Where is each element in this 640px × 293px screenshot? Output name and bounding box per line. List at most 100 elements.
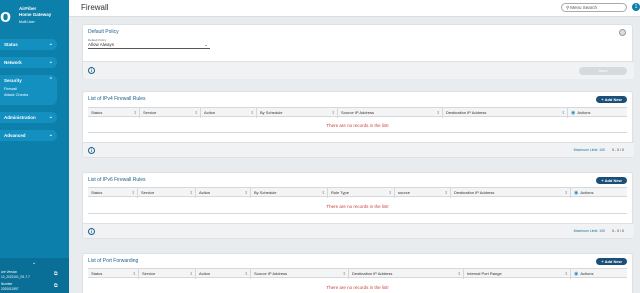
info-icon[interactable]: i (88, 228, 95, 235)
column-header[interactable]: Service ⇕ (138, 188, 196, 198)
pagination: 0 - 0 / 0 (612, 229, 624, 233)
sidebar: io AirFiber Home Gateway Multi User Stat… (0, 0, 69, 293)
column-header[interactable]: Status ⇕ (88, 108, 140, 118)
info-icon[interactable]: i (88, 67, 95, 74)
key-icon: ◉ (574, 271, 579, 277)
pagination: 0 - 0 / 0 (612, 148, 624, 152)
sidebar-subitem-attack-checks[interactable]: Attack Checks (0, 92, 57, 98)
card-footer: i Maximum Limit: 100 0 - 0 / 0 (83, 223, 634, 238)
empty-message: There are no records in the list! (326, 123, 389, 128)
column-header: ◉ Actions (571, 269, 627, 279)
column-header[interactable]: By Schedule ⇕ (251, 188, 328, 198)
column-header[interactable]: Action ⇕ (201, 108, 257, 118)
key-icon: ◉ (574, 190, 579, 196)
select-value: Allow Always (88, 42, 115, 47)
card-title: List of IPv4 Firewall Rules (88, 96, 146, 102)
save-button[interactable]: Save (579, 67, 627, 75)
column-header[interactable]: Action ⇕ (196, 269, 251, 279)
empty-message: There are no records in the list! (326, 285, 389, 290)
search-input[interactable]: ⚲Menu Search (561, 3, 627, 12)
card-title: List of Port Forwarding (88, 258, 139, 264)
sort-icon: ⇕ (133, 110, 137, 115)
sidebar-item-label: Status (4, 42, 18, 47)
card-title: Default Policy (88, 29, 119, 35)
column-label: Destination IP Address (454, 190, 495, 195)
column-label: Service (141, 190, 155, 195)
column-label: Action (204, 110, 216, 115)
sort-icon: ⇕ (388, 190, 392, 195)
help-icon[interactable] (619, 29, 626, 36)
column-header[interactable]: Service ⇕ (140, 108, 201, 118)
sort-icon: ⇕ (457, 271, 461, 276)
column-label: Actions (580, 271, 594, 276)
sidebar-item-advanced[interactable]: Advanced ⌄ (0, 130, 57, 141)
sort-icon: ⇕ (244, 271, 248, 276)
column-label: Internal Port Range (467, 271, 502, 276)
column-label: Actions (577, 110, 591, 115)
column-header[interactable]: Rule Type ⇕ (328, 188, 395, 198)
sort-icon: ⇕ (564, 190, 568, 195)
column-label: Status (91, 271, 103, 276)
sidebar-item-security-header[interactable]: Security ⌃ (0, 75, 57, 86)
max-limit: Maximum Limit: 100 (573, 148, 605, 152)
brand-line1: AirFiber (19, 6, 37, 11)
add-new-button[interactable]: + Add New (596, 96, 627, 103)
table-header: Status ⇕ Service ⇕ Action ⇕ Source IP Addre… (88, 268, 627, 279)
sort-icon: ⇕ (132, 271, 136, 276)
firmware-label: are Version (1, 270, 18, 274)
column-header[interactable]: Action ⇕ (196, 188, 251, 198)
info-icon[interactable]: i (88, 147, 95, 154)
avatar[interactable]: 1 (632, 3, 640, 11)
copy-icon[interactable]: ⧉ (54, 283, 58, 289)
default-policy-select[interactable]: Allow Always ⌄ (88, 41, 210, 49)
column-header[interactable]: Destination IP Address ⇕ (451, 188, 571, 198)
brand-logo: io (0, 6, 11, 26)
column-header[interactable]: Destination IP Address ⇕ (349, 269, 464, 279)
sidebar-item-label: Security (4, 78, 22, 83)
sort-icon: ⇕ (250, 110, 254, 115)
sort-icon: ⇕ (189, 271, 193, 276)
column-header[interactable]: Service ⇕ (139, 269, 196, 279)
key-icon: ◉ (571, 110, 576, 116)
column-header[interactable]: Status ⇕ (88, 269, 139, 279)
sidebar-item-label: Network (4, 60, 22, 65)
sort-icon: ⇕ (564, 271, 568, 276)
sidebar-item-label: Administration (4, 115, 36, 120)
column-header: ◉ Actions (571, 188, 627, 198)
sort-icon: ⇕ (342, 271, 346, 276)
card-title: List of IPv6 Firewall Rules (88, 177, 146, 183)
add-new-button[interactable]: + Add New (596, 177, 627, 184)
sidebar-item-security[interactable]: Security ⌃ Firewall Attack Checks (0, 75, 57, 105)
column-label: Service (142, 271, 156, 276)
column-header[interactable]: By Schedule ⇕ (257, 108, 338, 118)
column-label: source (398, 190, 411, 195)
sidebar-item-network[interactable]: Network ⌄ (0, 57, 57, 68)
card-footer: i Maximum Limit: 100 0 - 0 / 0 (83, 142, 634, 157)
column-header[interactable]: Source IP Address ⇕ (338, 108, 443, 118)
chevron-down-icon: ⌄ (48, 132, 53, 138)
column-header[interactable]: Destination IP Address ⇕ (443, 108, 568, 118)
port-forwarding-card: List of Port Forwarding + Add New Status… (82, 253, 633, 293)
column-header[interactable]: Internal Port Range ⇕ (464, 269, 571, 279)
column-label: Action (199, 271, 211, 276)
sidebar-item-administration[interactable]: Administration ⌄ (0, 112, 57, 123)
sort-icon: ⇕ (189, 190, 193, 195)
sidebar-footer: ⌄ are Version 10_2022101_R1.7.7 ⧉ Number… (0, 258, 69, 293)
sort-icon: ⇕ (321, 190, 325, 195)
column-header[interactable]: Source IP Address ⇕ (251, 269, 349, 279)
divider (88, 132, 627, 133)
chevron-down-icon: ⌄ (48, 114, 53, 120)
chevron-down-icon[interactable]: ⌄ (32, 260, 36, 266)
column-label: Destination IP Address (446, 110, 487, 115)
column-header[interactable]: Status ⇕ (88, 188, 138, 198)
brand: io AirFiber Home Gateway Multi User (0, 3, 69, 29)
chevron-down-icon: ⌄ (48, 41, 53, 47)
column-label: Service (143, 110, 157, 115)
sidebar-item-status[interactable]: Status ⌄ (0, 39, 57, 50)
add-new-button[interactable]: + Add New (596, 258, 627, 265)
sort-icon: ⇕ (444, 190, 448, 195)
copy-icon[interactable]: ⧉ (54, 271, 58, 277)
max-limit: Maximum Limit: 100 (573, 229, 605, 233)
column-header[interactable]: source ⇕ (395, 188, 451, 198)
sort-icon: ⇕ (131, 190, 135, 195)
